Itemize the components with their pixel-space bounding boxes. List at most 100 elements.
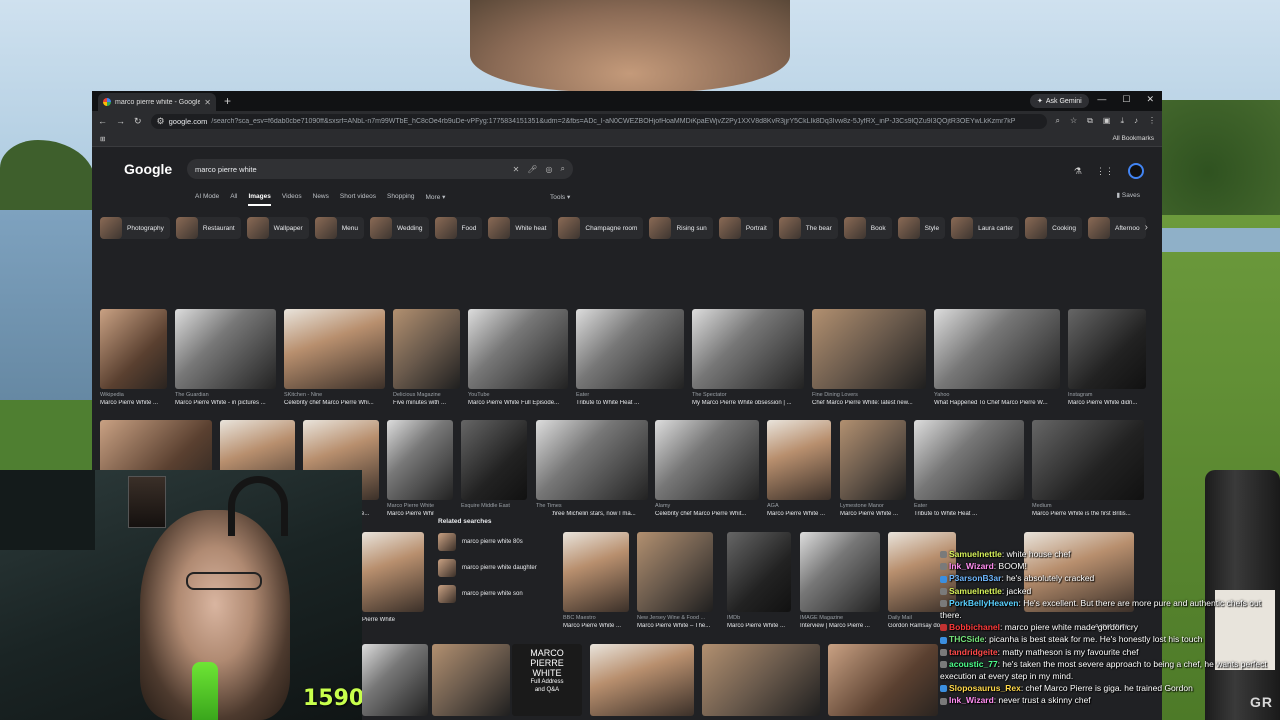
clear-icon[interactable]: ✕ [513, 165, 520, 174]
image-result[interactable] [590, 644, 694, 716]
image-caption[interactable]: Chef Marco Pierre White: latest new... [812, 400, 926, 406]
image-thumbnail[interactable] [175, 309, 276, 389]
image-source[interactable]: Esquire Middle East [461, 503, 527, 509]
image-result[interactable] [702, 644, 820, 716]
image-thumbnail[interactable] [800, 532, 880, 612]
filter-chip[interactable]: Book [843, 217, 892, 239]
google-logo[interactable]: Google [124, 161, 172, 177]
image-caption[interactable]: Marco Pierre White Full Episode... [468, 400, 568, 406]
image-result[interactable]: New Jersey Wine & Food ... Marco Pierre W… [637, 532, 713, 629]
chat-username[interactable]: Samuelnettle [949, 586, 1002, 596]
image-source[interactable]: Alamy [655, 503, 759, 509]
image-thumbnail[interactable] [1068, 309, 1146, 389]
image-source[interactable]: Lymestone Manor [840, 503, 906, 509]
image-caption[interactable]: Marco Pierre White ... [727, 623, 791, 629]
image-source[interactable]: Marco Pierre White [387, 503, 453, 509]
filter-chip[interactable]: Photography [100, 217, 170, 239]
image-thumbnail[interactable] [767, 420, 831, 500]
image-thumbnail[interactable] [812, 309, 926, 389]
image-result[interactable]: Eater Tribute to White Heat ... [576, 309, 684, 406]
image-source[interactable]: AGA [767, 503, 831, 509]
image-caption[interactable]: Pierre White [362, 617, 424, 623]
filter-chip[interactable]: Cooking [1025, 217, 1082, 239]
image-caption[interactable]: Marco Pierre White is the first Britis..… [1032, 511, 1144, 517]
tab-ai-mode[interactable]: AI Mode [195, 193, 219, 206]
related-item[interactable]: marco pierre white 80s [438, 533, 552, 551]
image-caption[interactable]: What Happened To Chef Marco Pierre W... [934, 400, 1060, 406]
image-result[interactable] [362, 644, 428, 716]
image-result[interactable]: AGA Marco Pierre White ... [767, 420, 831, 517]
image-result[interactable]: The Times I had three Michelin stars, now… [536, 420, 648, 517]
filter-chip[interactable]: Rising sun [649, 217, 713, 239]
image-result[interactable]: The Guardian Marco Pierre White - in pict… [175, 309, 276, 406]
image-thumbnail[interactable] [727, 532, 791, 612]
image-source[interactable]: Instagram [1068, 392, 1146, 398]
image-result[interactable]: Fine Dining Lovers Chef Marco Pierre Whit… [812, 309, 926, 406]
chat-username[interactable]: Samuelnettle [949, 549, 1002, 559]
image-caption[interactable]: My Marco Pierre White obsession | ... [692, 400, 804, 406]
site-info-icon[interactable]: ⚙ [157, 116, 165, 127]
image-source[interactable]: Yahoo [934, 392, 1060, 398]
extensions-icon[interactable]: ⧉ [1087, 116, 1093, 126]
image-thumbnail[interactable] [840, 420, 906, 500]
image-source[interactable]: YouTube [468, 392, 568, 398]
google-apps-icon[interactable]: ⋮⋮ [1096, 166, 1114, 177]
filter-chip[interactable]: Wallpaper [246, 217, 309, 239]
tab-news[interactable]: News [313, 193, 329, 206]
voice-search-icon[interactable]: 🎤︎ [527, 165, 537, 174]
menu-icon[interactable]: ⋮ [1148, 116, 1156, 126]
chat-username[interactable]: Bobbichanel [949, 622, 1000, 632]
image-result[interactable]: SKitchen - Nine Celebrity chef Marco Pier… [284, 309, 385, 406]
chat-username[interactable]: tandridgeite [949, 647, 998, 657]
ask-gemini-button[interactable]: ✦ Ask Gemini [1030, 94, 1089, 108]
image-thumbnail[interactable] [702, 644, 820, 716]
image-caption[interactable]: Five minutes with ... [393, 400, 460, 406]
filter-chip[interactable]: Food [434, 217, 483, 239]
tab-images[interactable]: Images [248, 193, 271, 206]
image-caption[interactable]: Marco Pierre White didn... [1068, 400, 1146, 406]
image-thumbnail[interactable] [284, 309, 385, 389]
filter-chip[interactable]: Menu [314, 217, 364, 239]
chat-username[interactable]: Ink_Wizard [949, 695, 994, 705]
image-source[interactable]: IMDb [727, 615, 791, 621]
all-bookmarks[interactable]: All Bookmarks [1112, 135, 1154, 142]
image-result[interactable]: BBC Maestro Marco Pierre White ... [563, 532, 629, 629]
filter-chip[interactable]: The bear [778, 217, 838, 239]
browser-tab[interactable]: marco pierre white - Google Se ✕ [98, 93, 216, 111]
avatar[interactable] [1128, 163, 1144, 179]
filter-chip[interactable]: Afternoo [1087, 217, 1146, 239]
image-source[interactable]: Fine Dining Lovers [812, 392, 926, 398]
image-thumbnail[interactable] [563, 532, 629, 612]
image-thumbnail[interactable] [914, 420, 1024, 500]
close-window-icon[interactable]: ✕ [1146, 94, 1154, 105]
image-caption[interactable]: Interview | Marco Pierre ... [800, 623, 880, 629]
profile-icon[interactable]: ▣ [1103, 116, 1111, 126]
tab-more[interactable]: More ▾ [426, 193, 446, 206]
image-thumbnail[interactable] [692, 309, 804, 389]
image-caption[interactable]: Celebrity chef Marco Pierre Whi... [284, 400, 385, 406]
image-thumbnail[interactable] [362, 644, 428, 716]
image-result[interactable]: Yahoo What Happened To Chef Marco Pierre … [934, 309, 1060, 406]
image-caption[interactable]: Marco Pierre White – The... [637, 623, 713, 629]
download-icon[interactable]: ⤓ [1120, 116, 1124, 126]
image-source[interactable]: Delicious Magazine [393, 392, 460, 398]
image-caption[interactable]: Marco Pierre White ... [563, 623, 629, 629]
image-result[interactable]: Medium Marco Pierre White is the first Br… [1032, 420, 1144, 517]
reload-icon[interactable]: ↻ [134, 116, 142, 127]
image-caption[interactable]: Marco Pierre White ... [840, 511, 906, 517]
image-result[interactable]: Wikipedia Marco Pierre White ... [100, 309, 167, 406]
image-source[interactable]: Wikipedia [100, 392, 167, 398]
image-thumbnail[interactable] [934, 309, 1060, 389]
image-caption[interactable]: Marco Pierre White ... [100, 400, 167, 406]
image-result[interactable]: IMAGE Magazine Interview | Marco Pierre .… [800, 532, 880, 629]
chat-username[interactable]: THCSide [949, 634, 984, 644]
image-source[interactable]: The Spectator [692, 392, 804, 398]
image-thumbnail[interactable] [387, 420, 453, 500]
image-source[interactable]: The Times [536, 503, 648, 509]
image-source[interactable]: SKitchen - Nine [284, 392, 385, 398]
url-field[interactable]: ⚙ google.com/search?sca_esv=f6dab0cbe710… [150, 113, 1047, 129]
image-thumbnail[interactable] [1032, 420, 1144, 500]
image-result[interactable]: Esquire Middle EastWhat I've Learned: ..… [461, 420, 527, 517]
image-result[interactable]: MARCO PIERRE WHITE Full Address and Q&A [512, 644, 582, 716]
image-source[interactable]: The Guardian [175, 392, 276, 398]
